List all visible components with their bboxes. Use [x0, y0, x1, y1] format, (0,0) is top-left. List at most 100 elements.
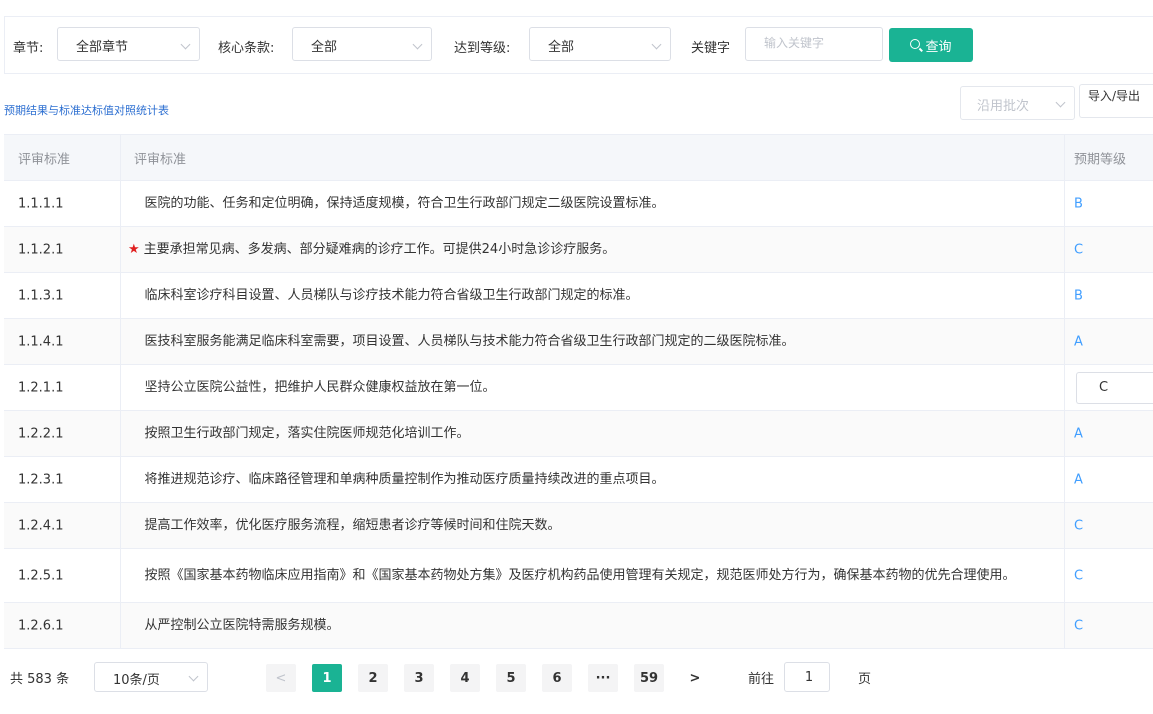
batch-select[interactable]: 沿用批次 [960, 86, 1075, 120]
standard-code: 1.2.3.1 [18, 472, 64, 487]
standard-text: 医技科室服务能满足临床科室需要，项目设置、人员梯队与技术能力符合省级卫生行政部门… [144, 333, 795, 349]
page-button[interactable]: 5 [496, 664, 526, 692]
level-select-value: 全部 [548, 40, 575, 55]
query-button[interactable]: 查询 [889, 28, 973, 62]
expected-grade[interactable]: A [1074, 334, 1083, 349]
standard-code: 1.2.2.1 [18, 426, 64, 441]
standard-code: 1.1.4.1 [18, 334, 64, 349]
table-row[interactable]: 1.2.1.1 坚持公立医院公益性，把维护人民群众健康权益放在第一位。 C [4, 365, 1153, 411]
standard-code: 1.2.1.1 [18, 380, 64, 395]
filter-bar: 章节: 全部章节 核心条款: 全部 达到等级: 全部 关键字 查询 [4, 16, 1153, 74]
chevron-down-icon [412, 39, 423, 50]
prev-page-button[interactable]: < [266, 664, 296, 692]
grade-edit-input[interactable]: C [1076, 371, 1153, 404]
table-row[interactable]: 1.2.4.1 提高工作效率，优化医疗服务流程，缩短患者诊疗等候时间和住院天数。 C [4, 503, 1153, 549]
column-divider [1064, 227, 1065, 272]
standard-text-cell: ★ 主要承担常见病、多发病、部分疑难病的诊疗工作。可提供24小时急诊诊疗服务。 [128, 240, 1058, 260]
keyword-input[interactable] [762, 35, 866, 51]
chevron-down-icon [180, 39, 191, 50]
expected-grade[interactable]: C [1074, 618, 1083, 633]
column-divider [1064, 365, 1065, 410]
standard-text: 临床科室诊疗科目设置、人员梯队与诊疗技术能力符合省级卫生行政部门规定的标准。 [144, 287, 639, 303]
standard-code: 1.2.6.1 [18, 618, 64, 633]
standard-code: 1.1.1.1 [18, 196, 64, 211]
column-header-grade: 预期等级 [1074, 152, 1127, 167]
core-clause-select-value: 全部 [311, 40, 338, 55]
page-button[interactable]: 1 [312, 664, 342, 692]
page-button[interactable]: 59 [634, 664, 664, 692]
expected-grade[interactable]: A [1074, 426, 1083, 441]
page-button[interactable]: 6 [542, 664, 572, 692]
expected-grade[interactable]: B [1074, 288, 1083, 303]
pagination: 共 583 条 10条/页 < 1 2 3 4 5 6 ··· 59 > 前往 … [0, 656, 1153, 696]
expected-grade[interactable]: C [1074, 568, 1083, 583]
page-button[interactable]: 2 [358, 664, 388, 692]
goto-page-input-wrapper [784, 662, 833, 692]
level-select[interactable]: 全部 [529, 27, 671, 61]
column-divider [120, 411, 121, 456]
import-export-label: 导入/导出 [1088, 89, 1141, 103]
column-divider [1064, 411, 1065, 456]
standard-text-cell: 按照卫生行政部门规定，落实住院医师规范化培训工作。 [128, 424, 1058, 444]
grade-edit-value: C [1099, 379, 1109, 395]
column-divider [1064, 503, 1065, 548]
page-ellipsis-button[interactable]: ··· [588, 664, 618, 692]
chapter-label: 章节: [13, 41, 44, 56]
column-divider [1064, 549, 1065, 602]
column-divider [120, 181, 121, 226]
standard-code: 1.1.2.1 [18, 242, 64, 257]
page-button[interactable]: 4 [450, 664, 480, 692]
chevron-down-icon [651, 39, 662, 50]
column-divider [120, 549, 121, 602]
expected-grade[interactable]: B [1074, 196, 1083, 211]
column-divider [1064, 457, 1065, 502]
page-size-select[interactable]: 10条/页 [94, 662, 208, 692]
standard-text-cell: 将推进规范诊疗、临床路径管理和单病种质量控制作为推动医疗质量持续改进的重点项目。 [128, 470, 1058, 490]
chapter-select[interactable]: 全部章节 [57, 27, 200, 61]
chevron-down-icon [1055, 97, 1066, 108]
page-size-value: 10条/页 [113, 673, 160, 688]
table-row[interactable]: 1.1.4.1 医技科室服务能满足临床科室需要，项目设置、人员梯队与技术能力符合省… [4, 319, 1153, 365]
table-row[interactable]: 1.1.3.1 临床科室诊疗科目设置、人员梯队与诊疗技术能力符合省级卫生行政部门规… [4, 273, 1153, 319]
table-row[interactable]: 1.2.2.1 按照卫生行政部门规定，落实住院医师规范化培训工作。 A [4, 411, 1153, 457]
page-button[interactable]: 3 [404, 664, 434, 692]
core-clause-select[interactable]: 全部 [292, 27, 432, 61]
standard-text: 按照《国家基本药物临床应用指南》和《国家基本药物处方集》及医疗机构药品使用管理有… [144, 567, 1016, 583]
table-row[interactable]: 1.2.5.1 按照《国家基本药物临床应用指南》和《国家基本药物处方集》及医疗机构… [4, 549, 1153, 603]
core-clause-star-icon: ★ [128, 241, 140, 257]
column-divider [1064, 135, 1065, 180]
query-button-label: 查询 [925, 39, 952, 55]
level-label: 达到等级: [454, 41, 511, 56]
expected-grade[interactable]: A [1074, 472, 1083, 487]
column-header-standard: 评审标准 [134, 152, 187, 167]
standard-text: 坚持公立医院公益性，把维护人民群众健康权益放在第一位。 [144, 379, 496, 395]
table-row[interactable]: 1.2.3.1 将推进规范诊疗、临床路径管理和单病种质量控制作为推动医疗质量持续改… [4, 457, 1153, 503]
import-export-button[interactable]: 导入/导出 [1079, 84, 1153, 118]
standards-table: 评审标准 评审标准 预期等级 1.1.1.1 医院的功能、任务和定位明确，保持适度… [4, 134, 1153, 649]
standard-code: 1.2.5.1 [18, 568, 64, 583]
table-body: 1.1.1.1 医院的功能、任务和定位明确，保持适度规模，符合卫生行政部门规定二级… [4, 181, 1153, 649]
batch-select-placeholder: 沿用批次 [977, 99, 1030, 114]
comparison-report-link[interactable]: 预期结果与标准达标值对照统计表 [4, 102, 169, 118]
expected-grade[interactable]: C [1074, 242, 1083, 257]
column-divider [120, 273, 121, 318]
standard-text: 按照卫生行政部门规定，落实住院医师规范化培训工作。 [144, 425, 470, 441]
table-row[interactable]: 1.1.2.1 ★ 主要承担常见病、多发病、部分疑难病的诊疗工作。可提供24小时急诊… [4, 227, 1153, 273]
column-divider [120, 457, 121, 502]
goto-page-input[interactable] [785, 669, 833, 686]
table-row[interactable]: 1.2.6.1 从严控制公立医院特需服务规模。 C [4, 603, 1153, 649]
expected-grade[interactable]: C [1074, 518, 1083, 533]
keyword-label: 关键字 [691, 41, 731, 56]
column-divider [120, 319, 121, 364]
standard-code: 1.1.3.1 [18, 288, 64, 303]
column-divider [1064, 603, 1065, 648]
chevron-down-icon [188, 671, 199, 682]
standard-text-cell: 坚持公立医院公益性，把维护人民群众健康权益放在第一位。 [128, 378, 1058, 398]
standard-text-cell: 从严控制公立医院特需服务规模。 [128, 616, 1058, 636]
standard-text: 将推进规范诊疗、临床路径管理和单病种质量控制作为推动医疗质量持续改进的重点项目。 [144, 471, 665, 487]
standard-text-cell: 医技科室服务能满足临床科室需要，项目设置、人员梯队与技术能力符合省级卫生行政部门… [128, 332, 1058, 352]
column-divider [1064, 319, 1065, 364]
next-page-button[interactable]: > [680, 664, 710, 692]
standard-text: 提高工作效率，优化医疗服务流程，缩短患者诊疗等候时间和住院天数。 [144, 517, 561, 533]
table-row[interactable]: 1.1.1.1 医院的功能、任务和定位明确，保持适度规模，符合卫生行政部门规定二级… [4, 181, 1153, 227]
